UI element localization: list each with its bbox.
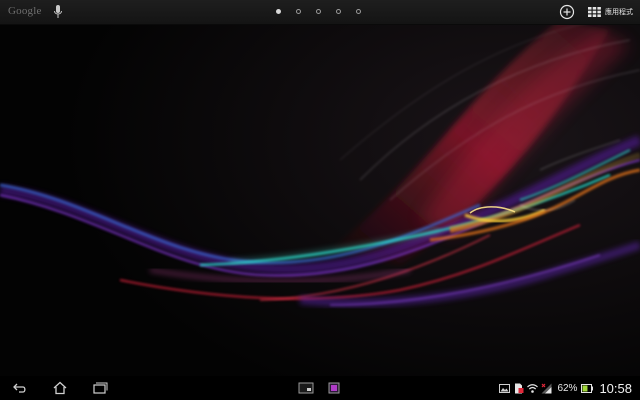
top-bar: Google 應用程式 bbox=[0, 0, 640, 25]
apps-button[interactable]: 應用程式 bbox=[588, 5, 633, 19]
page-indicator bbox=[274, 7, 366, 17]
home-screen: Google 應用程式 62% 10:58 bbox=[0, 0, 640, 400]
page-dot bbox=[296, 9, 301, 14]
page-dot bbox=[276, 9, 281, 14]
status-area[interactable]: 62% 10:58 bbox=[499, 379, 632, 397]
add-icon[interactable] bbox=[559, 4, 575, 20]
clock: 10:58 bbox=[599, 380, 632, 396]
back-icon[interactable] bbox=[12, 381, 28, 395]
recent-apps-icon[interactable] bbox=[92, 381, 108, 395]
system-bar: 62% 10:58 bbox=[0, 376, 640, 400]
home-icon[interactable] bbox=[52, 381, 68, 395]
google-search-label[interactable]: Google bbox=[8, 5, 42, 17]
app-thumbnail-icon[interactable] bbox=[298, 381, 314, 395]
page-dot bbox=[356, 9, 361, 14]
apps-label: 應用程式 bbox=[605, 8, 633, 16]
battery-icon bbox=[581, 383, 594, 393]
wallpaper bbox=[0, 0, 640, 400]
apps-grid-icon bbox=[588, 7, 601, 17]
mic-icon[interactable] bbox=[53, 4, 63, 20]
page-dot bbox=[336, 9, 341, 14]
sim-card-icon bbox=[515, 383, 524, 393]
page-dot bbox=[316, 9, 321, 14]
battery-percent: 62% bbox=[557, 382, 578, 394]
signal-icon bbox=[541, 383, 552, 393]
photo-notification-icon bbox=[499, 383, 511, 393]
app-thumbnail-icon[interactable] bbox=[326, 381, 342, 395]
wifi-icon bbox=[527, 383, 539, 393]
